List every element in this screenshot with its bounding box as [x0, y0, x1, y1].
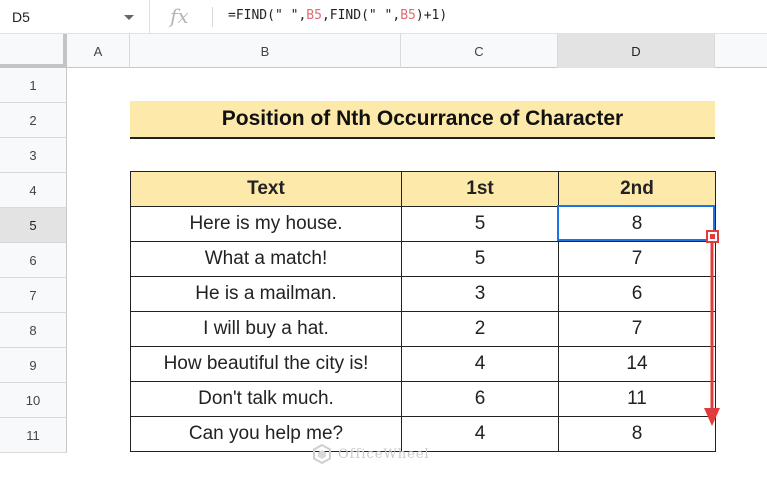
officewheel-logo-icon	[313, 444, 331, 464]
cell-2nd[interactable]: 7	[558, 311, 716, 347]
header-cell-2nd[interactable]: 2nd	[558, 171, 716, 207]
select-all-corner[interactable]	[0, 34, 67, 68]
fx-icon: fx	[170, 4, 189, 28]
row-header-9[interactable]: 9	[0, 348, 67, 383]
name-box[interactable]: D5	[0, 0, 150, 34]
sheet-title[interactable]: Position of Nth Occurrance of Character	[130, 101, 715, 139]
cell-1st[interactable]: 6	[401, 381, 559, 417]
formula-part: =FIND(" ",	[228, 8, 307, 23]
column-headers: A B C D	[0, 34, 767, 68]
column-header-b[interactable]: B	[130, 34, 401, 68]
formula-bar: D5 fx =FIND(" ",B5,FIND(" ",B5)+1)	[0, 0, 767, 34]
cell-text[interactable]: He is a mailman.	[130, 276, 402, 312]
table-row: He is a mailman. 3 6	[130, 276, 716, 312]
formula-ref: B5	[306, 8, 322, 23]
cell-text[interactable]: Don't talk much.	[130, 381, 402, 417]
formula-input[interactable]: =FIND(" ",B5,FIND(" ",B5)+1)	[228, 8, 447, 23]
row-header-10[interactable]: 10	[0, 383, 67, 418]
cell-1st[interactable]: 3	[401, 276, 559, 312]
cell-text[interactable]: I will buy a hat.	[130, 311, 402, 347]
row-header-2[interactable]: 2	[0, 103, 67, 138]
cell-1st[interactable]: 5	[401, 241, 559, 277]
table-header-row: Text 1st 2nd	[130, 171, 716, 207]
cell-1st[interactable]: 4	[401, 346, 559, 382]
row-header-7[interactable]: 7	[0, 278, 67, 313]
cell-reference: D5	[12, 9, 30, 25]
formula-divider	[212, 7, 213, 27]
row-header-8[interactable]: 8	[0, 313, 67, 348]
cell-text[interactable]: How beautiful the city is!	[130, 346, 402, 382]
watermark: OfficeWheel	[312, 444, 430, 464]
formula-part: ,FIND(" ",	[321, 8, 401, 23]
table-row: Don't talk much. 6 11	[130, 381, 716, 417]
cell-text[interactable]: What a match!	[130, 241, 402, 277]
cell-1st[interactable]: 2	[401, 311, 559, 347]
cell-2nd[interactable]: 6	[558, 276, 716, 312]
formula-ref: B5	[400, 8, 416, 23]
active-cell-selection[interactable]	[557, 205, 715, 241]
column-header-d[interactable]: D	[558, 34, 715, 68]
row-header-5[interactable]: 5	[0, 208, 67, 243]
header-cell-text[interactable]: Text	[130, 171, 402, 207]
cell-1st[interactable]: 5	[401, 206, 559, 242]
row-header-4[interactable]: 4	[0, 173, 67, 208]
chevron-down-icon[interactable]	[124, 14, 134, 20]
column-header-c[interactable]: C	[401, 34, 558, 68]
table-row: What a match! 5 7	[130, 241, 716, 277]
row-header-3[interactable]: 3	[0, 138, 67, 173]
cell-2nd[interactable]: 14	[558, 346, 716, 382]
cell-2nd[interactable]: 7	[558, 241, 716, 277]
table-row: I will buy a hat. 2 7	[130, 311, 716, 347]
row-header-1[interactable]: 1	[0, 68, 67, 103]
column-header-a[interactable]: A	[67, 34, 130, 68]
cell-2nd[interactable]: 8	[558, 416, 716, 452]
fill-handle[interactable]	[706, 230, 719, 243]
row-header-6[interactable]: 6	[0, 243, 67, 278]
table-row: How beautiful the city is! 4 14	[130, 346, 716, 382]
formula-part: )+1)	[415, 8, 448, 23]
watermark-text: OfficeWheel	[338, 446, 430, 462]
row-header-11[interactable]: 11	[0, 418, 67, 453]
cell-2nd[interactable]: 11	[558, 381, 716, 417]
header-cell-1st[interactable]: 1st	[401, 171, 559, 207]
drag-down-arrow-icon	[704, 240, 720, 426]
cell-text[interactable]: Here is my house.	[130, 206, 402, 242]
